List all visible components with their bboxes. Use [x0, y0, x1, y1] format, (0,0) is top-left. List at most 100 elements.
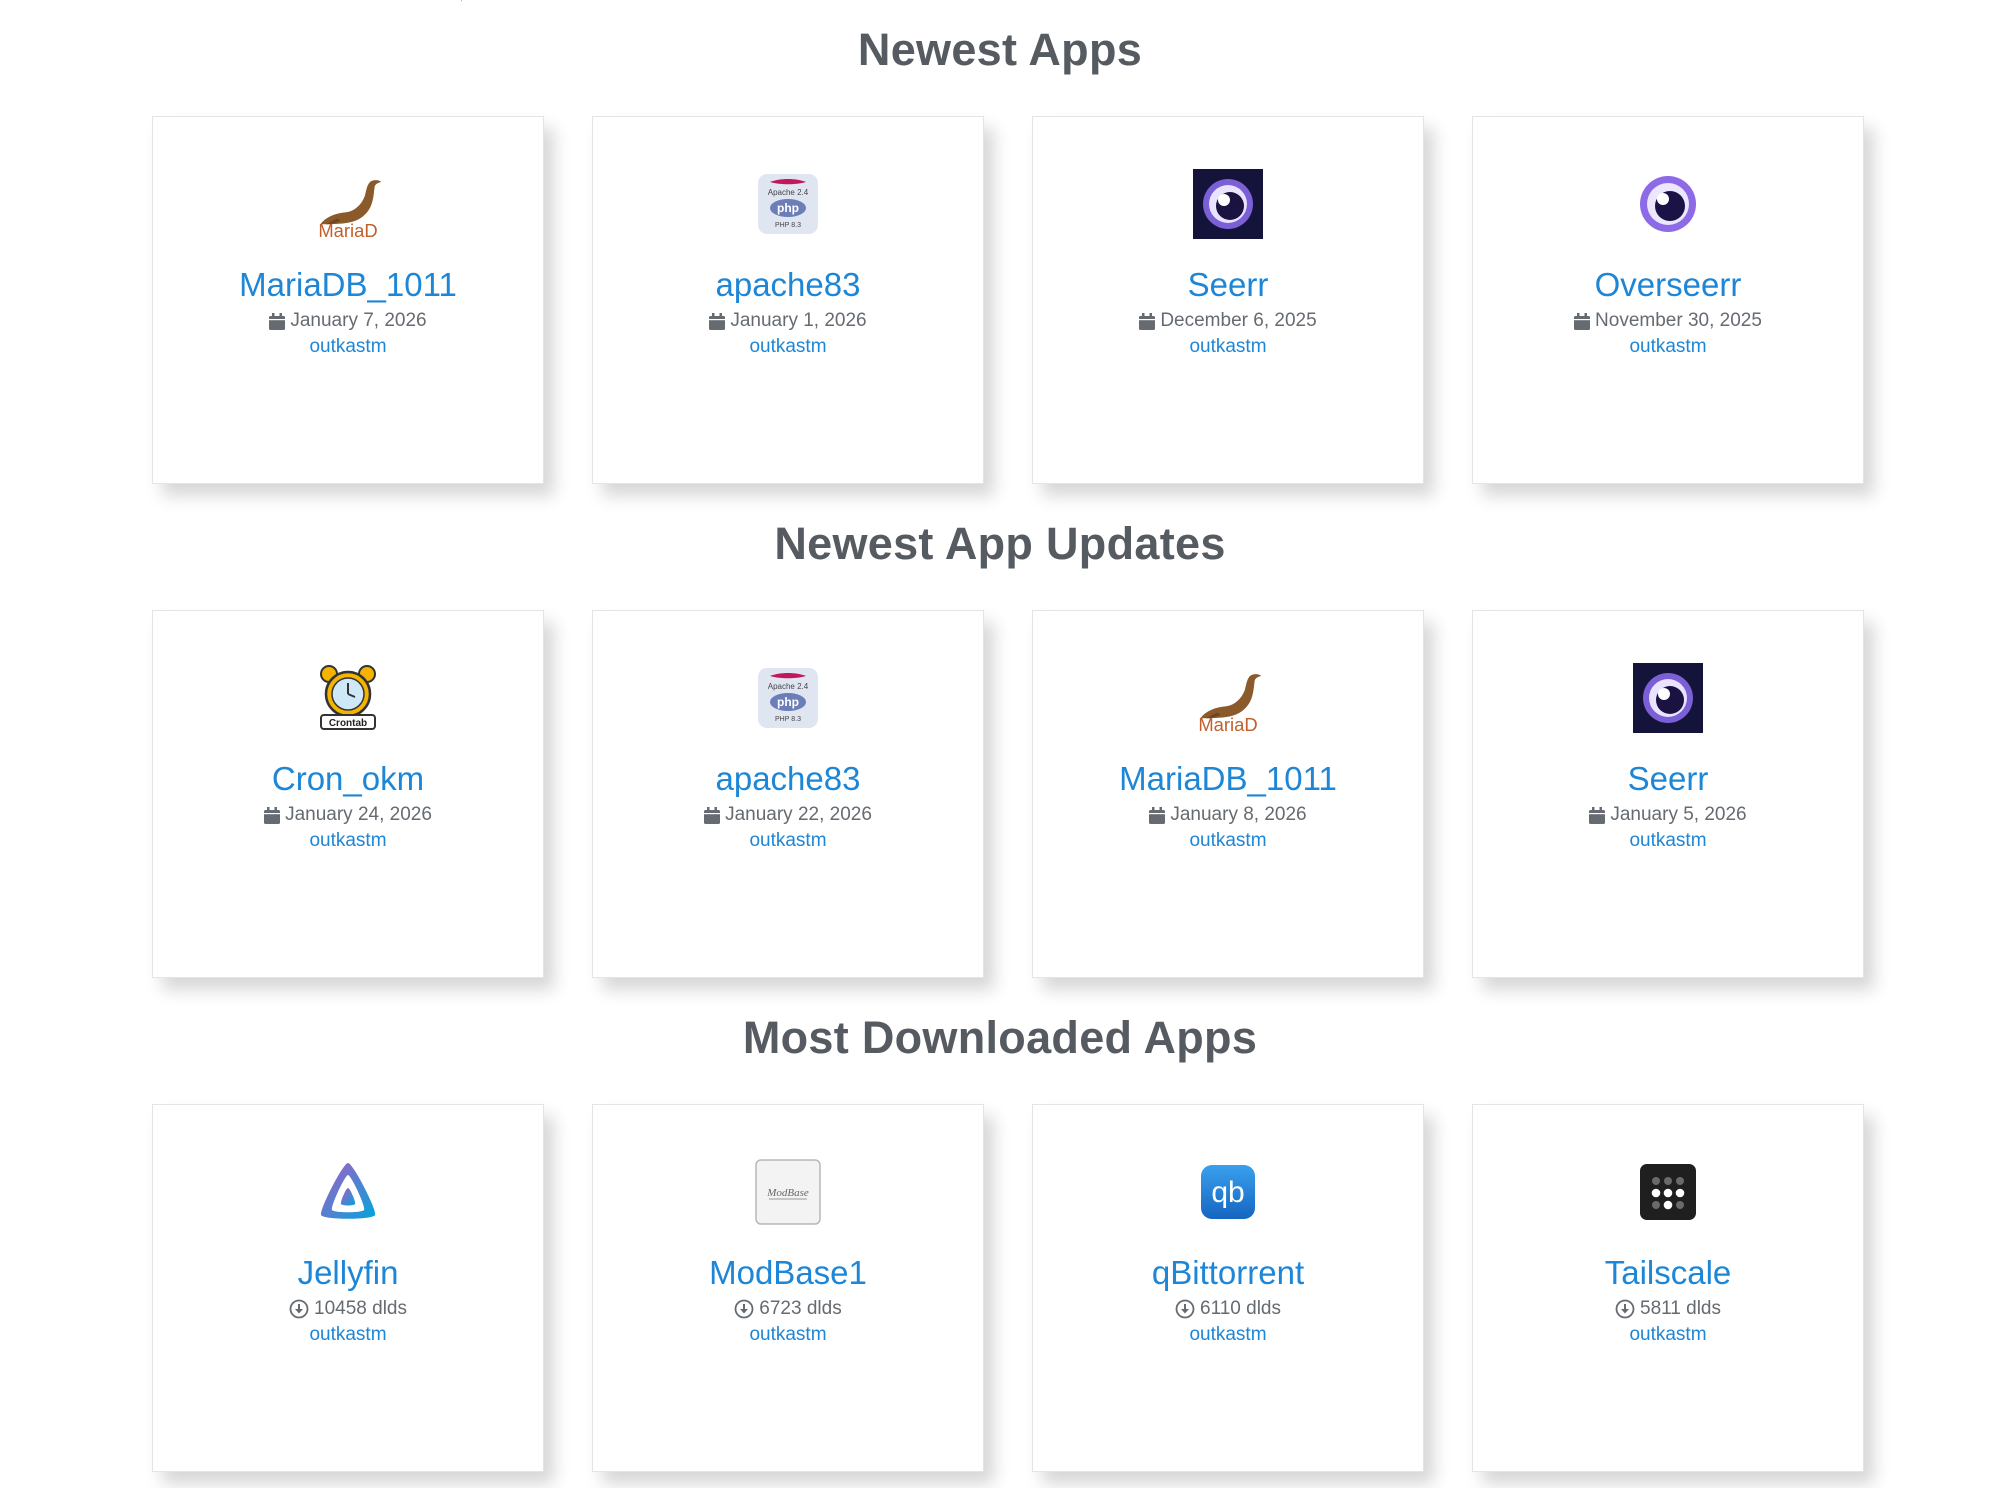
calendar-icon [269, 312, 286, 330]
app-name-link[interactable]: MariaDB_1011 [1033, 759, 1423, 799]
app-name-link[interactable]: Overseerr [1473, 265, 1863, 305]
app-date: November 30, 2025 [1473, 309, 1863, 333]
author-link[interactable]: outkastm [1473, 829, 1863, 853]
apache-php-icon: Apache 2.4 php PHP 8.3 [753, 663, 823, 733]
download-icon [734, 1299, 754, 1319]
calendar-icon [1589, 806, 1606, 824]
svg-text:Crontab: Crontab [329, 718, 367, 729]
cropped-text-fragment: , [460, 0, 488, 2]
crontab-alarm-clock-icon: Crontab [313, 663, 383, 733]
app-card[interactable]: Seerr January 5, 2026 outkastm [1472, 610, 1864, 978]
app-date: January 22, 2026 [593, 803, 983, 827]
app-card[interactable]: Tailscale 5811 dlds outkastm [1472, 1104, 1864, 1472]
author-link[interactable]: outkastm [153, 1323, 543, 1347]
calendar-icon [1574, 312, 1591, 330]
app-card[interactable]: Overseerr November 30, 2025 outkastm [1472, 116, 1864, 484]
download-icon [289, 1299, 309, 1319]
svg-text:qb: qb [1211, 1176, 1244, 1209]
qbittorrent-icon: qb [1193, 1157, 1263, 1227]
app-date: January 5, 2026 [1473, 803, 1863, 827]
app-card[interactable]: Crontab Cron_okm January 24, 2026 outkas… [152, 610, 544, 978]
download-icon [1615, 1299, 1635, 1319]
author-link[interactable]: outkastm [153, 335, 543, 359]
app-card[interactable]: MariaD MariaDB_1011 January 7, 2026 outk… [152, 116, 544, 484]
svg-text:Apache 2.4: Apache 2.4 [768, 188, 809, 197]
app-card[interactable]: qb qBittorrent 6110 dlds outkastm [1032, 1104, 1424, 1472]
date-text: January 24, 2026 [285, 804, 432, 825]
author-link[interactable]: outkastm [1473, 1323, 1863, 1347]
overseerr-icon [1633, 169, 1703, 239]
app-name-link[interactable]: apache83 [593, 265, 983, 305]
app-name-link[interactable]: Cron_okm [153, 759, 543, 799]
calendar-icon [704, 806, 721, 824]
date-text: December 6, 2025 [1160, 310, 1317, 331]
app-name-link[interactable]: MariaDB_1011 [153, 265, 543, 305]
jellyfin-icon [313, 1157, 383, 1227]
app-name-link[interactable]: apache83 [593, 759, 983, 799]
date-text: January 5, 2026 [1610, 804, 1747, 825]
tailscale-icon [1633, 1157, 1703, 1227]
card-row: MariaD MariaDB_1011 January 7, 2026 outk… [152, 116, 1872, 486]
mariadb-seal-icon: MariaD [313, 169, 383, 241]
calendar-icon [709, 312, 726, 330]
author-link[interactable]: outkastm [1473, 335, 1863, 359]
downloads-text: 5811 dlds [1640, 1298, 1721, 1319]
app-downloads: 6110 dlds [1033, 1297, 1423, 1321]
seerr-dark-icon [1193, 169, 1263, 239]
section-title: Newest Apps [857, 24, 1143, 75]
svg-text:MariaD: MariaD [318, 220, 377, 241]
app-card[interactable]: Apache 2.4 php PHP 8.3 apache83 January … [592, 116, 984, 484]
app-card[interactable]: Seerr December 6, 2025 outkastm [1032, 116, 1424, 484]
card-row: Crontab Cron_okm January 24, 2026 outkas… [152, 610, 1872, 980]
modbase-icon: ModBase [753, 1157, 823, 1227]
downloads-text: 10458 dlds [314, 1298, 407, 1319]
date-text: November 30, 2025 [1595, 310, 1762, 331]
app-downloads: 5811 dlds [1473, 1297, 1863, 1321]
app-card[interactable]: ModBase ModBase1 6723 dlds outkastm [592, 1104, 984, 1472]
app-name-link[interactable]: Seerr [1033, 265, 1423, 305]
svg-text:PHP 8.3: PHP 8.3 [775, 222, 801, 229]
app-date: January 24, 2026 [153, 803, 543, 827]
svg-text:php: php [777, 201, 799, 215]
app-card[interactable]: Jellyfin 10458 dlds outkastm [152, 1104, 544, 1472]
date-text: January 8, 2026 [1170, 804, 1307, 825]
mariadb-seal-icon: MariaD [1193, 663, 1263, 735]
app-name-link[interactable]: Seerr [1473, 759, 1863, 799]
app-name-link[interactable]: qBittorrent [1033, 1253, 1423, 1293]
date-text: January 7, 2026 [290, 310, 427, 331]
app-date: January 8, 2026 [1033, 803, 1423, 827]
calendar-icon [264, 806, 281, 824]
card-row: Jellyfin 10458 dlds outkastm ModBase Mod… [152, 1104, 1872, 1474]
svg-text:Apache 2.4: Apache 2.4 [768, 682, 809, 691]
app-date: January 7, 2026 [153, 309, 543, 333]
downloads-text: 6723 dlds [759, 1298, 842, 1319]
app-downloads: 6723 dlds [593, 1297, 983, 1321]
app-date: January 1, 2026 [593, 309, 983, 333]
date-text: January 22, 2026 [725, 804, 872, 825]
author-link[interactable]: outkastm [153, 829, 543, 853]
app-card[interactable]: MariaD MariaDB_1011 January 8, 2026 outk… [1032, 610, 1424, 978]
section-title: Newest App Updates [774, 518, 1226, 569]
app-date: December 6, 2025 [1033, 309, 1423, 333]
author-link[interactable]: outkastm [1033, 1323, 1423, 1347]
app-name-link[interactable]: ModBase1 [593, 1253, 983, 1293]
author-link[interactable]: outkastm [1033, 335, 1423, 359]
calendar-icon [1149, 806, 1166, 824]
app-name-link[interactable]: Jellyfin [153, 1253, 543, 1293]
app-card[interactable]: Apache 2.4 php PHP 8.3 apache83 January … [592, 610, 984, 978]
author-link[interactable]: outkastm [1033, 829, 1423, 853]
author-link[interactable]: outkastm [593, 1323, 983, 1347]
svg-text:php: php [777, 695, 799, 709]
seerr-dark-icon [1633, 663, 1703, 733]
app-name-link[interactable]: Tailscale [1473, 1253, 1863, 1293]
svg-text:PHP 8.3: PHP 8.3 [775, 716, 801, 723]
app-downloads: 10458 dlds [153, 1297, 543, 1321]
date-text: January 1, 2026 [730, 310, 867, 331]
section-title: Most Downloaded Apps [742, 1012, 1258, 1063]
author-link[interactable]: outkastm [593, 829, 983, 853]
download-icon [1175, 1299, 1195, 1319]
author-link[interactable]: outkastm [593, 335, 983, 359]
downloads-text: 6110 dlds [1200, 1298, 1281, 1319]
svg-text:MariaD: MariaD [1198, 714, 1257, 735]
svg-text:ModBase: ModBase [766, 1187, 809, 1199]
